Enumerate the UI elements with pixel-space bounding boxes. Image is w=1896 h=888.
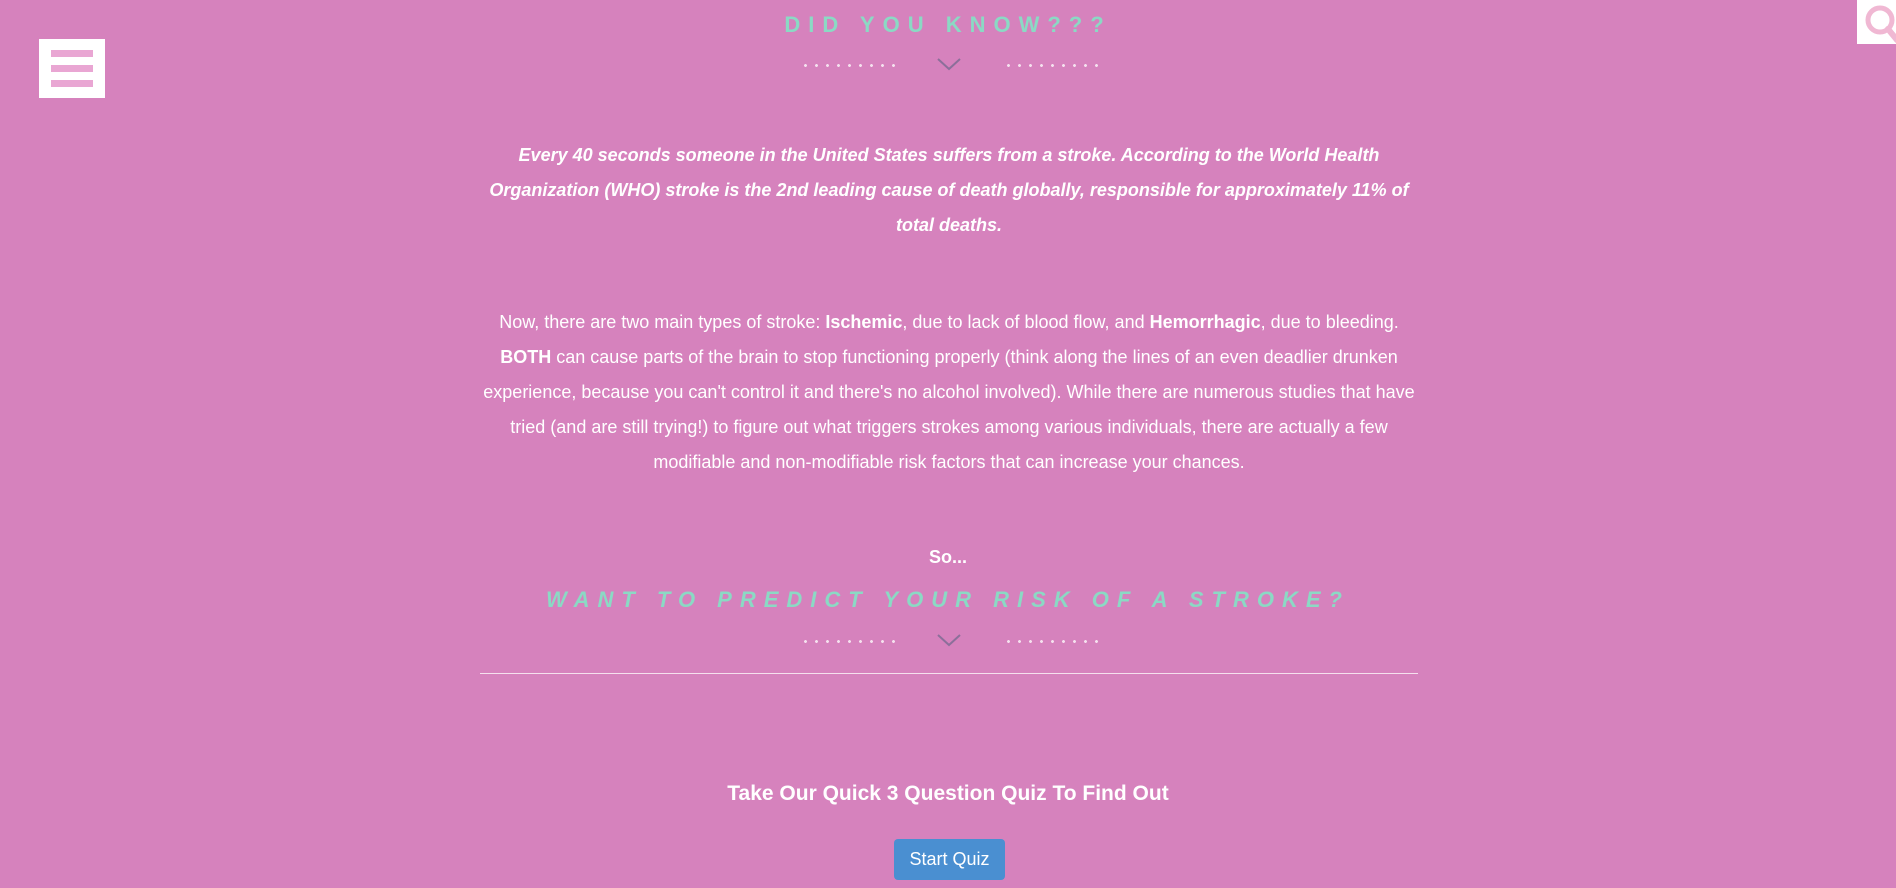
start-quiz-button[interactable]: Start Quiz — [894, 839, 1005, 880]
so-label: So... — [928, 547, 967, 567]
horizontal-rule — [480, 673, 1418, 674]
chevron-down-icon — [937, 58, 961, 71]
section-divider — [0, 56, 1896, 76]
body-text-segment: , due to lack of blood flow, and — [902, 312, 1150, 332]
did-you-know-heading: DID YOU KNOW??? — [784, 12, 1112, 37]
body-text-segment: , due to bleeding. — [1260, 312, 1399, 332]
divider-dots — [1003, 64, 1099, 67]
section-divider — [0, 632, 1896, 652]
hemorrhagic-term: Hemorrhagic — [1149, 312, 1261, 332]
menu-bar — [51, 80, 93, 87]
stroke-types-paragraph: Now, there are two main types of stroke:… — [480, 305, 1418, 480]
stroke-fact-intro: Every 40 seconds someone in the United S… — [489, 145, 1409, 235]
predict-risk-heading: WANT TO PREDICT YOUR RISK OF A STROKE? — [546, 587, 1350, 612]
both-term: BOTH — [500, 347, 552, 367]
divider-dots — [800, 64, 896, 67]
divider-dots — [800, 640, 896, 643]
quiz-title: Take Our Quick 3 Question Quiz To Find O… — [727, 782, 1169, 805]
body-text-segment: can cause parts of the brain to stop fun… — [483, 347, 1415, 472]
divider-dots — [1003, 640, 1099, 643]
ischemic-term: Ischemic — [825, 312, 903, 332]
body-text-segment: Now, there are two main types of stroke: — [499, 312, 826, 332]
page: DID YOU KNOW??? Every 40 seconds someone… — [0, 0, 1896, 888]
chevron-down-icon — [937, 634, 961, 647]
